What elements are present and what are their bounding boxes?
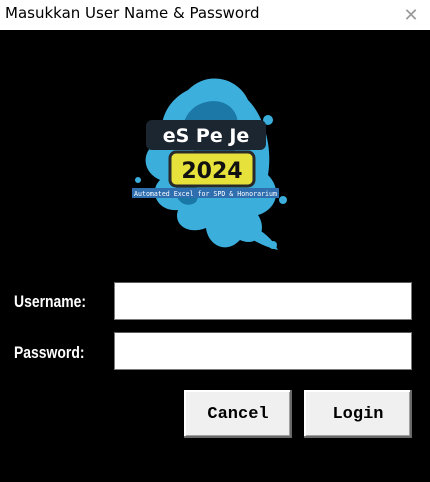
- cancel-button[interactable]: Cancel: [184, 390, 292, 438]
- login-button[interactable]: Login: [304, 390, 412, 438]
- window-title: Masukkan User Name & Password: [5, 4, 260, 22]
- app-logo: eS Pe Je 2024 Automated Excel for SPD & …: [118, 60, 293, 260]
- logo-title: eS Pe Je: [163, 125, 250, 147]
- title-bar: Masukkan User Name & Password ✕: [0, 0, 430, 30]
- password-label: Password:: [14, 343, 85, 362]
- logo-tagline: Automated Excel for SPD & Honorarium: [134, 190, 277, 198]
- login-dialog: Masukkan User Name & Password ✕ eS Pe Je: [0, 0, 430, 482]
- username-input[interactable]: [114, 282, 412, 320]
- password-input[interactable]: [114, 332, 412, 370]
- logo-graphic: eS Pe Je 2024 Automated Excel for SPD & …: [132, 78, 287, 250]
- close-icon[interactable]: ✕: [400, 4, 422, 26]
- username-label: Username:: [14, 292, 87, 311]
- logo-year: 2024: [181, 159, 242, 184]
